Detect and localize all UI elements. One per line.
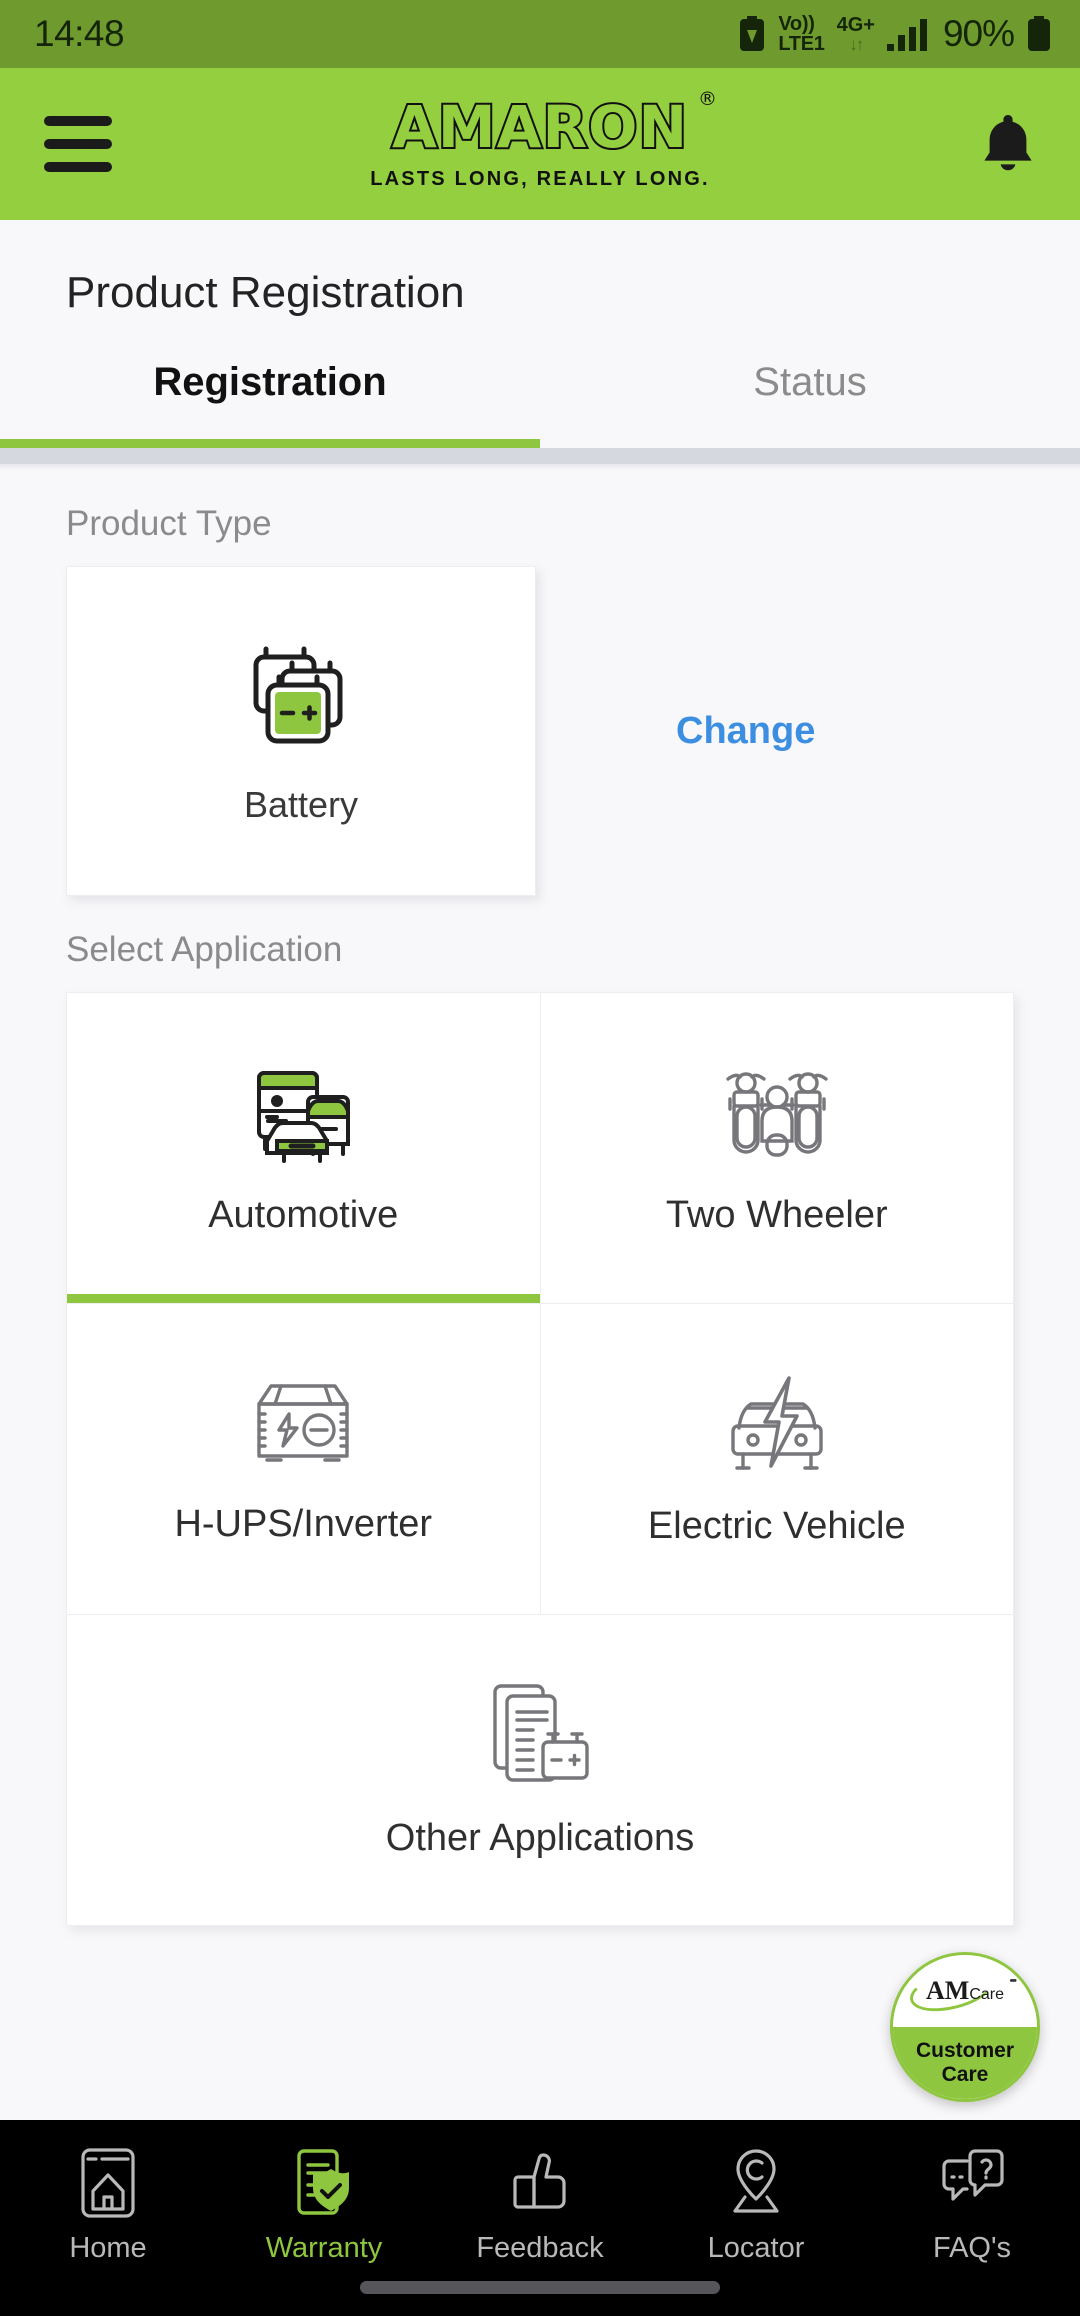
network-type-indicator: 4G+ ↓↑ [836, 14, 875, 54]
application-card-two-wheeler[interactable]: Two Wheeler [540, 993, 1013, 1303]
customer-care-line1: Customer [915, 2039, 1015, 2063]
home-icon [78, 2146, 138, 2220]
select-application-label: Select Application [66, 930, 343, 969]
battery-saver-icon [738, 16, 766, 52]
bell-icon[interactable] [980, 111, 1036, 178]
customer-care-logo: AM Care ••• [893, 1955, 1037, 2027]
care-logo-dots-icon: ••• [1009, 1975, 1016, 1987]
tab-inactive-indicator [540, 439, 1080, 448]
brand-wordmark: AMARON ® [390, 89, 717, 158]
application-card-label: Automotive [208, 1194, 399, 1236]
page-title: Product Registration [66, 268, 465, 317]
nav-label: Home [69, 2232, 147, 2264]
registered-trademark-icon: ® [698, 87, 718, 110]
volte-indicator: Vo)) LTE1 [778, 12, 825, 55]
hamburger-menu-icon[interactable] [44, 116, 112, 172]
status-icons: Vo)) LTE1 4G+ ↓↑ 90% [738, 13, 1052, 55]
app-header: AMARON ® LASTS LONG, REALLY LONG. [0, 68, 1080, 220]
application-card-hups-inverter[interactable]: H-UPS/Inverter [67, 1304, 540, 1614]
nav-label: Warranty [265, 2232, 383, 2264]
bottom-navigation-bar: Home Warranty Feedback Locator FAQ's [0, 2120, 1080, 2316]
thumbs-up-icon [508, 2146, 572, 2220]
application-card-electric-vehicle[interactable]: Electric Vehicle [540, 1304, 1013, 1614]
automotive-vehicles-icon [239, 1059, 367, 1168]
product-type-label: Product Type [66, 504, 272, 543]
application-card-label: Other Applications [385, 1817, 695, 1859]
product-type-card-label: Battery [243, 783, 359, 825]
application-card-label: Two Wheeler [665, 1194, 888, 1236]
application-grid: Automotive Two Wheeler H-UPS/Inverter El… [66, 992, 1014, 1926]
signal-bars-icon [886, 17, 931, 51]
section-divider [0, 448, 1080, 464]
product-type-card-battery[interactable]: Battery [66, 566, 536, 896]
application-card-automotive[interactable]: Automotive [67, 993, 540, 1303]
nav-item-locator[interactable]: Locator [648, 2146, 864, 2265]
inverter-box-icon [241, 1372, 365, 1477]
tab-status[interactable]: Status [540, 360, 1080, 439]
nav-item-faqs[interactable]: FAQ's [864, 2146, 1080, 2265]
nav-item-feedback[interactable]: Feedback [432, 2146, 648, 2265]
home-indicator[interactable] [360, 2281, 720, 2294]
change-product-type-link[interactable]: Change [676, 710, 815, 753]
nav-label: Feedback [476, 2232, 604, 2264]
tab-underline-row [0, 439, 1080, 448]
brand-name-text: AMARON [390, 92, 689, 161]
status-bar: 14:48 Vo)) LTE1 4G+ ↓↑ 90% [0, 0, 1080, 68]
map-pin-icon [725, 2146, 787, 2220]
nav-label: FAQ's [932, 2232, 1012, 2264]
care-logo-sub: Care [969, 1986, 1004, 2003]
tab-active-indicator [0, 439, 540, 448]
data-transfer-arrows-icon: ↓↑ [849, 34, 864, 54]
application-card-label: Electric Vehicle [647, 1505, 906, 1547]
chat-question-icon [939, 2146, 1005, 2220]
nav-item-warranty[interactable]: Warranty [216, 2146, 432, 2265]
documents-battery-icon [485, 1680, 595, 1791]
status-time: 14:48 [34, 13, 125, 54]
tab-bar: Registration Status [0, 360, 1080, 439]
two-wheeler-icon [714, 1059, 840, 1168]
brand-tagline: LASTS LONG, REALLY LONG. [370, 167, 710, 190]
warranty-shield-icon [293, 2146, 355, 2220]
battery-icon [1026, 16, 1052, 52]
customer-care-line2: Care [941, 2063, 989, 2086]
electric-car-icon [717, 1370, 837, 1479]
brand-logo: AMARON ® LASTS LONG, REALLY LONG. [0, 89, 1080, 191]
nav-label: Locator [707, 2232, 805, 2264]
nav-item-home[interactable]: Home [0, 2146, 216, 2265]
tab-registration[interactable]: Registration [0, 360, 540, 439]
product-type-row: Battery Change [0, 544, 1080, 896]
application-card-other-applications[interactable]: Other Applications [67, 1615, 1013, 1925]
battery-percent-label: 90% [942, 13, 1015, 54]
care-logo-main: AM [925, 1976, 970, 2005]
customer-care-text: Customer Care [893, 2027, 1037, 2099]
customer-care-badge[interactable]: AM Care ••• Customer Care [890, 1952, 1040, 2102]
battery-stack-icon [242, 637, 360, 754]
application-card-label: H-UPS/Inverter [174, 1503, 433, 1545]
page-content: Product Registration Registration Status… [0, 220, 1080, 2120]
